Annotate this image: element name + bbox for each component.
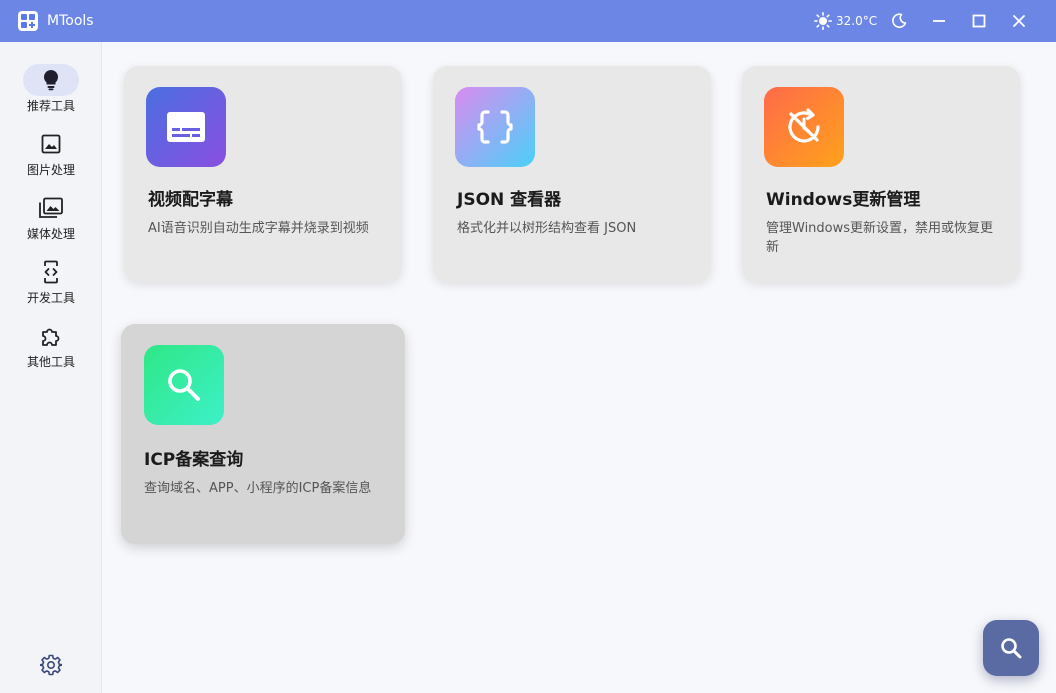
sidebar-item-dev[interactable]: 开发工具 xyxy=(0,256,102,316)
gear-icon xyxy=(40,654,62,676)
sidebar-item-label: 推荐工具 xyxy=(26,99,75,113)
search-icon xyxy=(1001,638,1022,659)
card-description: AI语音识别自动生成字幕并烧录到视频 xyxy=(148,221,369,236)
sidebar-item-label: 其他工具 xyxy=(26,355,75,369)
lightbulb-icon xyxy=(43,69,59,91)
card-icon-tile xyxy=(455,87,535,167)
card-description: 格式化并以树形结构查看 JSON xyxy=(457,221,637,236)
image-icon xyxy=(41,134,61,154)
sidebar-item-label: 开发工具 xyxy=(26,291,75,305)
maximize-icon xyxy=(972,14,986,28)
card-description: 管理Windows更新设置，禁用或恢复更新 xyxy=(766,221,994,255)
search-icon xyxy=(168,369,200,401)
title-bar: MTools 32.0°C xyxy=(0,0,1056,42)
card-icon-tile xyxy=(764,87,844,167)
card-description: 查询域名、APP、小程序的ICP备案信息 xyxy=(144,481,372,496)
theme-toggle-button[interactable] xyxy=(889,11,909,31)
card-icon-tile xyxy=(144,345,224,425)
sidebar-item-other[interactable]: 其他工具 xyxy=(0,320,102,380)
sun-icon xyxy=(814,12,832,30)
card-title: ICP备案查询 xyxy=(144,450,244,470)
card-icon-tile xyxy=(146,87,226,167)
app-logo-icon xyxy=(18,11,38,31)
card-title: JSON 查看器 xyxy=(457,190,562,210)
sidebar: 推荐工具 图片处理 媒体处理 开发工具 其他工具 xyxy=(0,42,102,693)
sidebar-item-label: 媒体处理 xyxy=(26,227,75,241)
close-icon xyxy=(1013,15,1025,27)
tool-card-windows-update[interactable]: Windows更新管理 管理Windows更新设置，禁用或恢复更新 xyxy=(742,66,1020,282)
floating-search-button[interactable] xyxy=(983,620,1039,676)
moon-icon xyxy=(892,13,907,28)
sidebar-item-image[interactable]: 图片处理 xyxy=(0,128,102,188)
subtitles-icon xyxy=(167,112,205,142)
card-title: 视频配字幕 xyxy=(148,190,233,210)
temperature-label: 32.0°C xyxy=(836,14,878,28)
code-device-icon xyxy=(44,260,58,284)
sidebar-item-label: 图片处理 xyxy=(26,163,75,177)
minimize-button[interactable] xyxy=(929,11,949,31)
close-button[interactable] xyxy=(1009,11,1029,31)
sidebar-item-recommended[interactable]: 推荐工具 xyxy=(0,64,102,124)
app-title: MTools xyxy=(47,13,94,29)
weather-widget[interactable]: 32.0°C xyxy=(814,11,877,31)
settings-button[interactable] xyxy=(39,653,63,677)
media-gallery-icon xyxy=(39,197,63,218)
tool-card-icp-lookup[interactable]: ICP备案查询 查询域名、APP、小程序的ICP备案信息 xyxy=(121,324,405,544)
card-title: Windows更新管理 xyxy=(766,190,921,210)
maximize-button[interactable] xyxy=(969,11,989,31)
tool-card-video-subtitles[interactable]: 视频配字幕 AI语音识别自动生成字幕并烧录到视频 xyxy=(124,66,402,282)
braces-icon xyxy=(477,110,513,144)
minimize-icon xyxy=(933,20,945,22)
update-disabled-icon xyxy=(788,108,820,143)
tool-card-json-viewer[interactable]: JSON 查看器 格式化并以树形结构查看 JSON xyxy=(433,66,711,282)
sidebar-item-media[interactable]: 媒体处理 xyxy=(0,192,102,252)
puzzle-icon xyxy=(42,328,60,346)
